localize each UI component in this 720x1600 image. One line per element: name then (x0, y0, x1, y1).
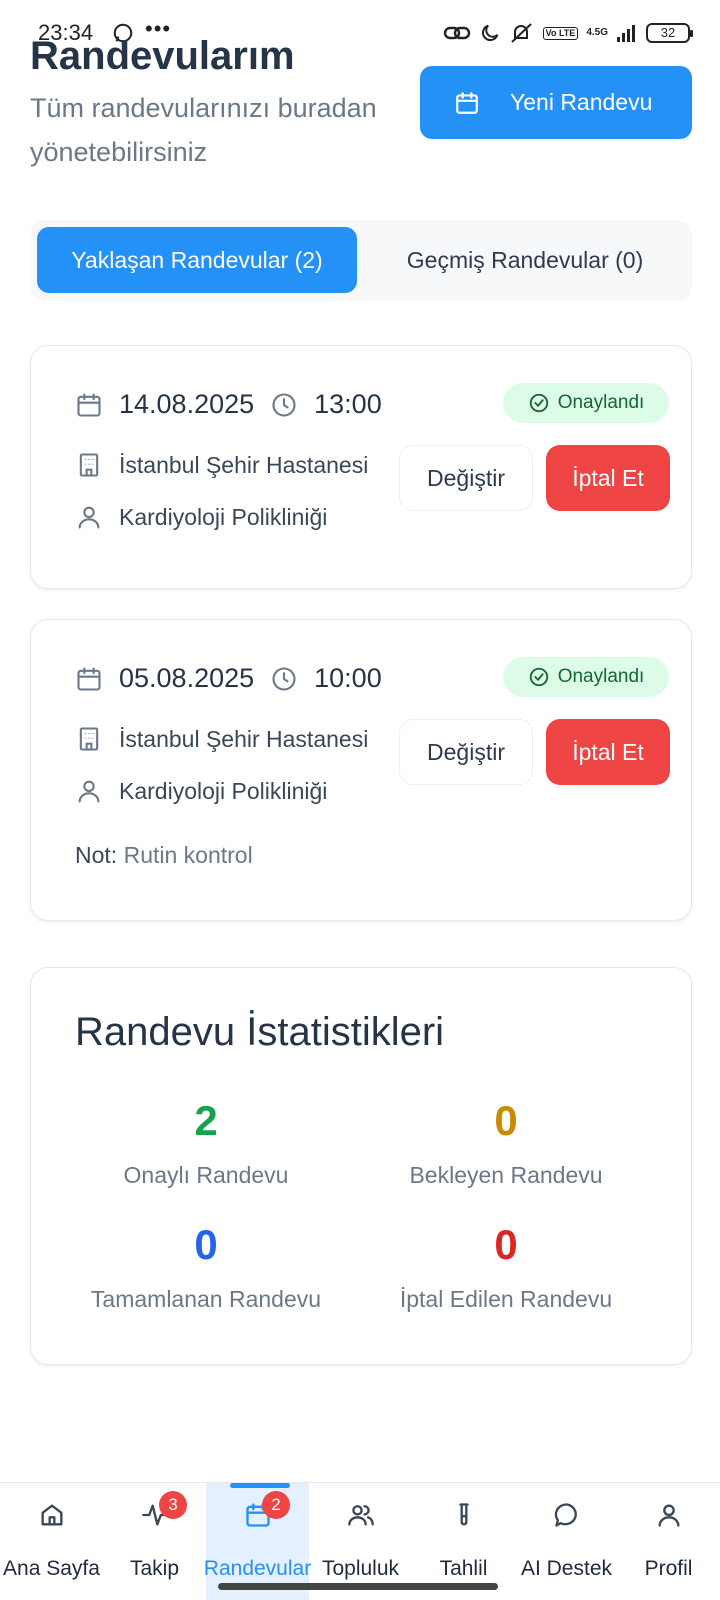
calendar-icon (456, 91, 478, 114)
active-indicator (230, 1483, 290, 1488)
appointment-tabs: Yaklaşan Randevular (2) Geçmiş Randevula… (30, 220, 692, 301)
appointment-date: 05.08.2025 (119, 663, 255, 693)
new-appointment-label: Yeni Randevu (510, 89, 653, 115)
department-name: Kardiyoloji Polikliniği (119, 777, 328, 804)
stat-label: Onaylı Randevu (123, 1162, 289, 1188)
appointment-datetime: 14.08.2025 13:00 (75, 389, 382, 420)
check-circle-icon (529, 667, 548, 687)
signal-icon (617, 25, 635, 42)
stat-value: 2 (194, 1097, 218, 1144)
building-icon (79, 453, 99, 477)
stat-label: İptal Edilen Randevu (399, 1286, 613, 1312)
status-badge: Onaylandı (503, 657, 669, 697)
network-type: 4.5G (586, 27, 608, 38)
stat-approved: 2 Onaylı Randevu (56, 1096, 356, 1189)
nav-item-tracking[interactable]: 3 Takip (103, 1483, 206, 1600)
appointment-time: 10:00 (314, 663, 382, 693)
home-indicator[interactable] (218, 1583, 498, 1590)
building-icon (79, 727, 99, 751)
status-badge: Onaylandı (503, 383, 669, 423)
change-button[interactable]: Değiştir (399, 719, 533, 785)
change-button[interactable]: Değiştir (399, 445, 533, 511)
stat-completed: 0 Tamamlanan Randevu (56, 1220, 356, 1313)
users-icon (347, 1505, 374, 1526)
page-title: Randevularım (30, 34, 295, 78)
notification-badge: 2 (262, 1491, 290, 1519)
note-text: Rutin kontrol (123, 842, 253, 868)
status-badge-label: Onaylandı (557, 666, 645, 687)
appointment-card: 14.08.2025 13:00 Onaylandı İstanbul Şehi… (30, 345, 692, 589)
nav-item-profile[interactable]: Profil (617, 1483, 720, 1600)
appointment-department: Kardiyoloji Polikliniği (75, 503, 327, 531)
battery-indicator: 32 (646, 23, 693, 43)
calendar-icon (77, 666, 101, 691)
user-icon (78, 780, 100, 803)
appointment-department: Kardiyoloji Polikliniği (75, 777, 327, 805)
stat-label: Bekleyen Randevu (409, 1162, 603, 1188)
new-appointment-button[interactable]: Yeni Randevu (420, 66, 692, 139)
clock-icon (272, 392, 296, 417)
appointment-hospital: İstanbul Şehir Hastanesi (75, 725, 368, 753)
stats-title: Randevu İstatistikleri (75, 1010, 445, 1054)
page-subtitle: Tüm randevularınızı buradan yönetebilirs… (30, 93, 377, 167)
home-icon (41, 1504, 62, 1526)
stat-value: 0 (194, 1221, 218, 1268)
mute-icon (510, 23, 532, 43)
nav-item-home[interactable]: Ana Sayfa (0, 1483, 103, 1600)
link-icon (443, 26, 470, 40)
user-icon (78, 506, 100, 529)
test-tube-icon (458, 1503, 469, 1526)
volte-indicator: Vo LTE (542, 26, 579, 40)
status-icons: Vo LTE 4.5G 32 (443, 20, 693, 46)
stat-cancelled: 0 İptal Edilen Randevu (356, 1220, 656, 1313)
appointment-hospital: İstanbul Şehir Hastanesi (75, 451, 368, 479)
chat-icon (554, 1503, 577, 1527)
appointment-datetime: 05.08.2025 10:00 (75, 663, 382, 694)
stat-value: 0 (494, 1221, 518, 1268)
calendar-icon (77, 392, 101, 417)
department-name: Kardiyoloji Polikliniği (119, 503, 328, 530)
tab-upcoming[interactable]: Yaklaşan Randevular (2) (37, 227, 357, 293)
notification-badge: 3 (159, 1491, 187, 1519)
status-badge-label: Onaylandı (557, 392, 645, 413)
moon-icon (481, 24, 498, 41)
nav-label: Profil (644, 1557, 693, 1580)
hospital-name: İstanbul Şehir Hastanesi (119, 725, 369, 752)
tab-past[interactable]: Geçmiş Randevular (0) (366, 227, 684, 293)
nav-item-ai-support[interactable]: AI Destek (515, 1483, 618, 1600)
cancel-button[interactable]: İptal Et (546, 719, 670, 785)
check-circle-icon (529, 393, 548, 413)
note-label: Not: (75, 842, 118, 868)
stat-label: Tamamlanan Randevu (90, 1286, 322, 1312)
appointment-note: Not: Rutin kontrol (75, 842, 253, 869)
appointment-time: 13:00 (314, 389, 382, 419)
stat-pending: 0 Bekleyen Randevu (356, 1096, 656, 1189)
appointment-card: 05.08.2025 10:00 Onaylandı İstanbul Şehi… (30, 619, 692, 921)
clock-icon (272, 666, 296, 691)
hospital-name: İstanbul Şehir Hastanesi (119, 451, 369, 478)
stat-value: 0 (494, 1097, 518, 1144)
appointment-date: 14.08.2025 (119, 389, 255, 419)
user-icon (658, 1504, 679, 1527)
cancel-button[interactable]: İptal Et (546, 445, 670, 511)
appointment-stats-card: Randevu İstatistikleri 2 Onaylı Randevu … (30, 967, 692, 1365)
